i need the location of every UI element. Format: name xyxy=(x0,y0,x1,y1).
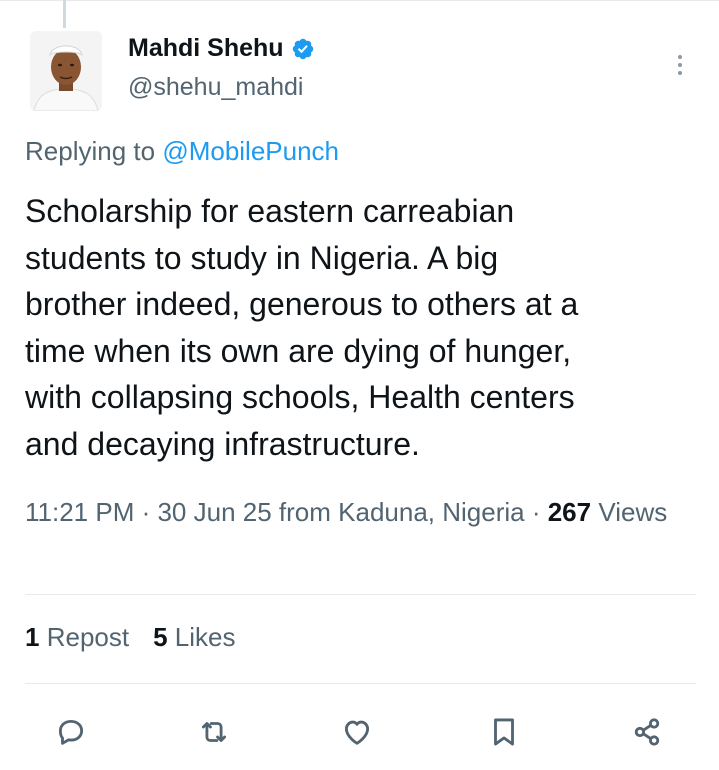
meta-separator: · xyxy=(524,497,548,527)
tweet-location: from Kaduna, Nigeria xyxy=(278,497,525,527)
share-button[interactable] xyxy=(623,708,671,756)
tweet-metadata: 11:21 PM · 30 Jun 25 from Kaduna, Nigeri… xyxy=(25,494,705,531)
repost-stat[interactable]: 1 Repost xyxy=(25,622,129,653)
like-button[interactable] xyxy=(333,708,381,756)
likes-count: 5 xyxy=(153,622,168,652)
repost-count: 1 xyxy=(25,622,40,652)
tweet-text: Scholarship for eastern carreabian stude… xyxy=(25,193,579,462)
more-dot xyxy=(678,63,682,67)
verified-badge-icon[interactable] xyxy=(291,37,315,61)
repost-icon xyxy=(201,722,227,742)
views-label: Views xyxy=(598,497,668,527)
bookmark-button[interactable] xyxy=(480,708,528,756)
avatar-image xyxy=(30,31,102,111)
avatar[interactable] xyxy=(30,31,102,111)
tweet-date[interactable]: 30 Jun 25 xyxy=(157,497,271,527)
divider xyxy=(25,594,696,595)
replying-to-mention[interactable]: @MobilePunch xyxy=(162,136,339,166)
likes-label: Likes xyxy=(174,622,236,652)
meta-separator: · xyxy=(134,497,158,527)
reply-button[interactable] xyxy=(47,708,95,756)
views-count: 267 xyxy=(547,497,592,527)
like-icon xyxy=(344,720,370,745)
reply-icon xyxy=(58,719,84,745)
repost-label: Repost xyxy=(46,622,130,652)
likes-stat[interactable]: 5 Likes xyxy=(153,622,235,653)
author-row: Mahdi Shehu xyxy=(128,34,315,63)
divider xyxy=(25,683,696,684)
action-bar xyxy=(0,708,719,756)
repost-button[interactable] xyxy=(190,708,238,756)
author-handle[interactable]: @shehu_mahdi xyxy=(128,73,304,102)
author-display-name[interactable]: Mahdi Shehu xyxy=(128,34,284,63)
thread-connector-line xyxy=(63,0,66,28)
engagement-stats: 1 Repost 5 Likes xyxy=(25,622,236,653)
replying-to-label: Replying to xyxy=(25,136,163,166)
bookmark-icon xyxy=(494,718,514,746)
more-dot xyxy=(678,71,682,75)
tweet-time[interactable]: 11:21 PM xyxy=(25,497,134,527)
more-options-icon[interactable] xyxy=(668,50,692,80)
replying-to-line: Replying to @MobilePunch xyxy=(25,136,339,167)
top-divider xyxy=(0,0,719,1)
share-icon xyxy=(634,718,660,746)
more-dot xyxy=(678,55,682,59)
